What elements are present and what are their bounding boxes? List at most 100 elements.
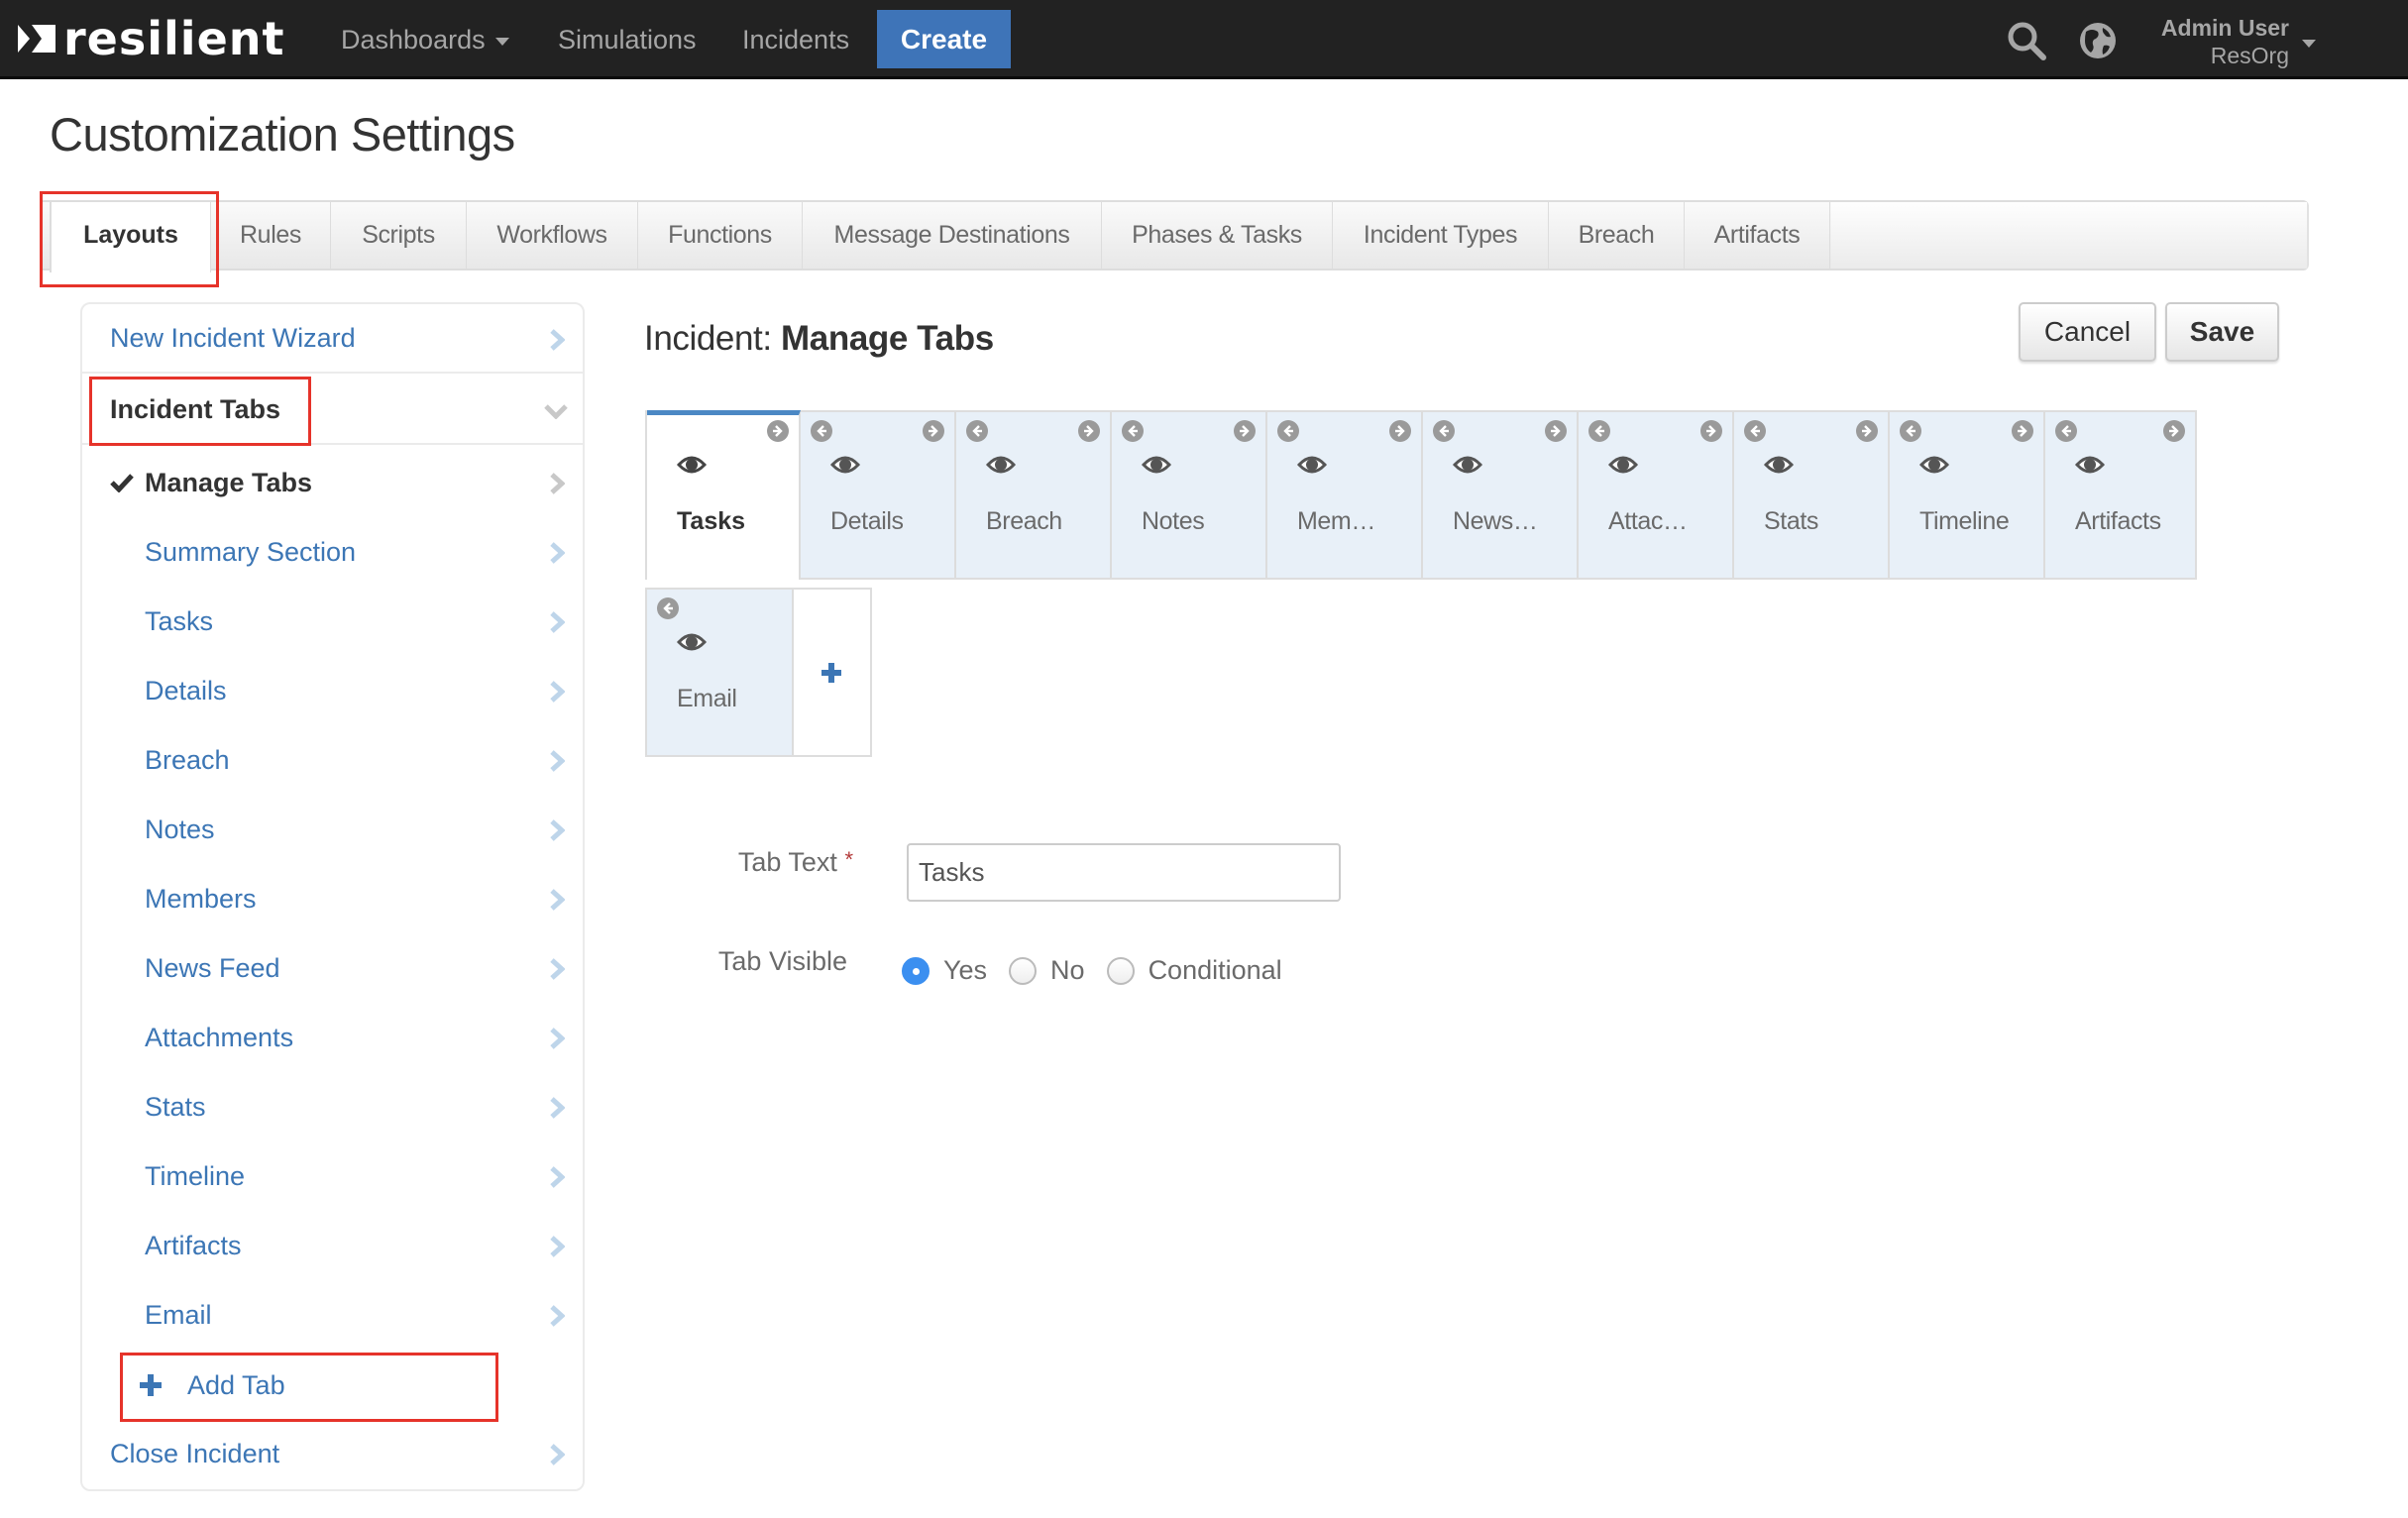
tab-tile-label: Details	[830, 507, 904, 535]
tab-tile-email[interactable]: Email	[647, 590, 794, 755]
move-right-icon[interactable]	[1856, 420, 1878, 442]
tab-tile-label: Attac…	[1608, 507, 1688, 535]
sidebar-item-notes[interactable]: Notes	[82, 795, 583, 864]
radio-conditional[interactable]	[1106, 956, 1135, 985]
eye-icon[interactable]	[1763, 454, 1795, 476]
tab-tile-members[interactable]: Mem…	[1267, 412, 1423, 578]
sidebar-item-summary-section[interactable]: Summary Section	[82, 517, 583, 587]
sidebar-item-details[interactable]: Details	[82, 656, 583, 725]
add-tab-button[interactable]: Add Tab	[120, 1353, 497, 1422]
move-left-icon[interactable]	[811, 420, 832, 442]
radio-option-conditional[interactable]: Conditional	[1106, 955, 1282, 986]
tab-tile-news-feed[interactable]: News…	[1423, 412, 1579, 578]
nav-dashboards[interactable]: Dashboards	[341, 0, 509, 79]
eye-icon[interactable]	[676, 454, 708, 476]
move-right-icon[interactable]	[1700, 420, 1722, 442]
chevron-right-icon	[549, 472, 566, 495]
user-menu-caret-icon[interactable]	[2302, 40, 2316, 48]
eye-icon[interactable]	[1452, 454, 1483, 476]
tab-rules[interactable]: Rules	[211, 202, 331, 269]
move-left-icon[interactable]	[1433, 420, 1455, 442]
sidebar-item-close-incident[interactable]: Close Incident	[82, 1419, 583, 1488]
sidebar-item-attachments[interactable]: Attachments	[82, 1003, 583, 1072]
sidebar-item-incident-tabs[interactable]: Incident Tabs	[82, 376, 583, 445]
tab-scripts[interactable]: Scripts	[331, 202, 467, 269]
tab-tile-breach[interactable]: Breach	[956, 412, 1112, 578]
sidebar-item-members[interactable]: Members	[82, 864, 583, 933]
move-left-icon[interactable]	[1277, 420, 1299, 442]
sidebar-item-label: Incident Tabs	[110, 393, 281, 424]
tab-tile-stats[interactable]: Stats	[1734, 412, 1890, 578]
tab-text-input[interactable]	[907, 843, 1341, 902]
radio-yes[interactable]	[902, 956, 930, 985]
move-right-icon[interactable]	[1545, 420, 1567, 442]
move-left-icon[interactable]	[1900, 420, 1921, 442]
move-right-icon[interactable]	[1078, 420, 1100, 442]
move-left-icon[interactable]	[2055, 420, 2077, 442]
tab-breach[interactable]: Breach	[1549, 202, 1685, 269]
eye-icon[interactable]	[985, 454, 1017, 476]
brand-logo[interactable]: resilient	[18, 14, 285, 63]
move-left-icon[interactable]	[1122, 420, 1144, 442]
move-left-icon[interactable]	[1744, 420, 1766, 442]
sidebar-item-news-feed[interactable]: News Feed	[82, 933, 583, 1003]
eye-icon[interactable]	[2074, 454, 2106, 476]
sidebar-item-manage-tabs[interactable]: Manage Tabs	[82, 448, 583, 517]
search-icon[interactable]	[2006, 20, 2047, 61]
nav-incidents[interactable]: Incidents	[742, 0, 849, 79]
sidebar-item-label: Details	[145, 675, 227, 705]
eye-icon[interactable]	[676, 631, 708, 653]
move-left-icon[interactable]	[966, 420, 988, 442]
eye-icon[interactable]	[1141, 454, 1172, 476]
user-menu[interactable]: Admin User ResOrg	[2161, 14, 2289, 69]
radio-option-yes[interactable]: Yes	[902, 955, 987, 986]
sidebar-item-timeline[interactable]: Timeline	[82, 1141, 583, 1211]
sidebar-item-label: Members	[145, 883, 257, 914]
tabbar-empty-area	[1831, 202, 2307, 269]
eye-icon[interactable]	[829, 454, 861, 476]
move-right-icon[interactable]	[767, 420, 789, 442]
sidebar-item-artifacts[interactable]: Artifacts	[82, 1211, 583, 1280]
tab-functions[interactable]: Functions	[638, 202, 803, 269]
nav-simulations[interactable]: Simulations	[558, 0, 697, 79]
plus-icon	[140, 1374, 162, 1396]
move-left-icon[interactable]	[657, 597, 679, 619]
radio-no[interactable]	[1009, 956, 1038, 985]
tab-tile-tasks[interactable]: Tasks	[647, 410, 801, 580]
add-tab-tile-button[interactable]	[794, 590, 870, 755]
tab-tiles-row: Tasks Details Breach Notes Mem… News… At…	[645, 410, 2197, 580]
sidebar-item-label: Notes	[145, 813, 215, 844]
save-button[interactable]: Save	[2165, 302, 2279, 362]
sidebar-item-tasks[interactable]: Tasks	[82, 587, 583, 656]
tab-incident-types[interactable]: Incident Types	[1333, 202, 1549, 269]
tab-workflows[interactable]: Workflows	[467, 202, 638, 269]
sidebar-item-new-incident-wizard[interactable]: New Incident Wizard	[82, 304, 583, 374]
radio-option-no[interactable]: No	[1009, 955, 1085, 986]
move-right-icon[interactable]	[2163, 420, 2185, 442]
tab-message-destinations[interactable]: Message Destinations	[803, 202, 1102, 269]
layout-sidebar: New Incident Wizard Incident Tabs Manage…	[80, 302, 585, 1491]
sidebar-item-breach[interactable]: Breach	[82, 725, 583, 795]
move-right-icon[interactable]	[1389, 420, 1411, 442]
move-right-icon[interactable]	[923, 420, 944, 442]
tab-phases-tasks[interactable]: Phases & Tasks	[1102, 202, 1333, 269]
tab-layouts[interactable]: Layouts	[50, 202, 211, 272]
tab-tile-artifacts[interactable]: Artifacts	[2045, 412, 2195, 578]
eye-icon[interactable]	[1918, 454, 1950, 476]
move-left-icon[interactable]	[1588, 420, 1610, 442]
heading-title: Manage Tabs	[781, 319, 994, 358]
eye-icon[interactable]	[1296, 454, 1328, 476]
tab-tile-timeline[interactable]: Timeline	[1890, 412, 2045, 578]
tab-artifacts[interactable]: Artifacts	[1685, 202, 1830, 269]
sidebar-item-stats[interactable]: Stats	[82, 1072, 583, 1141]
tab-tile-attachments[interactable]: Attac…	[1579, 412, 1734, 578]
sidebar-item-email[interactable]: Email	[82, 1280, 583, 1350]
cancel-button[interactable]: Cancel	[2019, 302, 2156, 362]
tab-tile-notes[interactable]: Notes	[1112, 412, 1267, 578]
eye-icon[interactable]	[1607, 454, 1639, 476]
tab-tile-details[interactable]: Details	[801, 412, 956, 578]
create-button[interactable]: Create	[877, 10, 1011, 68]
move-right-icon[interactable]	[2012, 420, 2033, 442]
move-right-icon[interactable]	[1234, 420, 1256, 442]
globe-icon[interactable]	[2077, 20, 2119, 61]
